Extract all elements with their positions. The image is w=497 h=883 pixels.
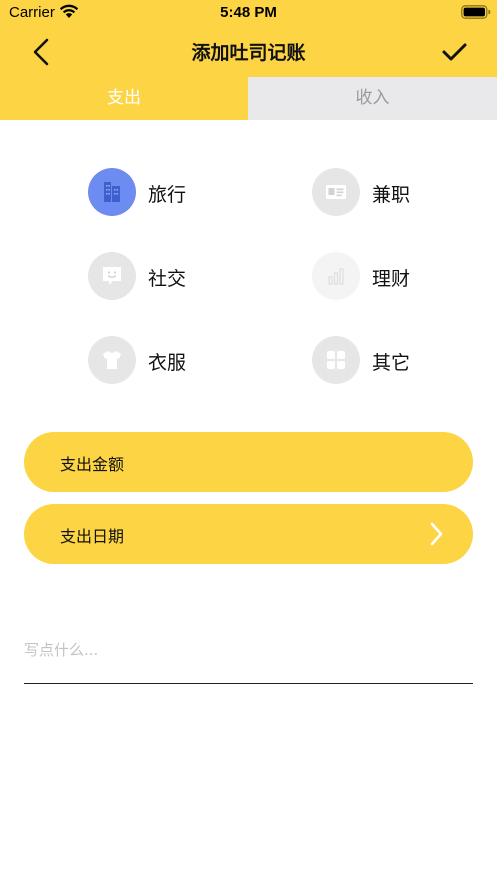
- category-label: 理财: [372, 268, 411, 290]
- date-label: 支出日期: [60, 527, 125, 546]
- amount-label: 支出金额: [60, 455, 125, 474]
- category-label: 其它: [372, 352, 411, 374]
- chat-face-icon: [103, 267, 121, 285]
- category-icon-bg: [88, 252, 136, 300]
- grid-icon: [327, 351, 345, 369]
- category-icon-bg: [312, 336, 360, 384]
- page-title: 添加吐司记账: [191, 42, 306, 64]
- status-bar: Carrier 5:48 PM: [0, 0, 497, 26]
- tshirt-icon: [103, 351, 121, 369]
- tab-income[interactable]: 收入: [248, 77, 497, 120]
- category-social[interactable]: 社交: [88, 252, 268, 302]
- checkmark-icon[interactable]: [436, 36, 472, 68]
- category-label: 社交: [148, 268, 187, 290]
- category-clothes[interactable]: 衣服: [88, 336, 268, 386]
- category-icon-bg: [88, 336, 136, 384]
- tab-expense[interactable]: 支出: [0, 77, 248, 120]
- category-icon-bg: [312, 252, 360, 300]
- category-label: 旅行: [148, 184, 187, 206]
- status-time: 5:48 PM: [220, 4, 277, 21]
- category-label: 衣服: [148, 352, 187, 374]
- category-icon-bg: [88, 168, 136, 216]
- tab-bar: 支出 收入: [0, 77, 497, 120]
- category-icon-bg: [312, 168, 360, 216]
- nav-bar: 添加吐司记账: [0, 26, 497, 77]
- category-travel[interactable]: 旅行: [88, 168, 268, 218]
- date-field[interactable]: 支出日期: [24, 504, 473, 564]
- battery-icon: [461, 5, 491, 19]
- building-icon: [104, 182, 120, 202]
- category-finance[interactable]: 理财: [312, 252, 492, 302]
- category-part-time[interactable]: 兼职: [312, 168, 492, 218]
- note-input[interactable]: [24, 632, 473, 668]
- bar-chart-icon: [328, 268, 344, 285]
- id-card-icon: [326, 185, 346, 199]
- category-other[interactable]: 其它: [312, 336, 492, 386]
- header: Carrier 5:48 PM 添加吐司记账: [0, 0, 497, 77]
- amount-field[interactable]: 支出金额: [24, 432, 473, 492]
- category-label: 兼职: [372, 184, 411, 206]
- chevron-right-icon: [430, 522, 443, 546]
- note-underline: [24, 683, 473, 684]
